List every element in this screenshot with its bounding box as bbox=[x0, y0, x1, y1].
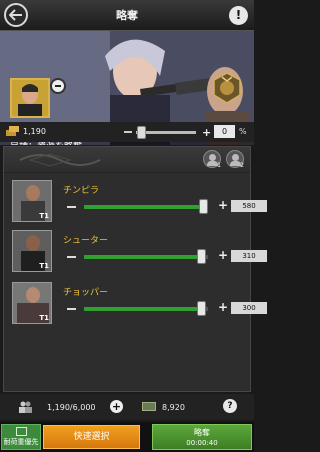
troop-minus-button[interactable] bbox=[67, 256, 76, 258]
plunder-label: 略奪 bbox=[194, 428, 210, 437]
squad-2-number: 2 bbox=[240, 162, 244, 169]
weight-priority-label: 耐荷重優先 bbox=[3, 438, 39, 446]
remove-commander-button[interactable] bbox=[50, 78, 66, 94]
totals-row: 1,190/6,000 + 8,920 ? bbox=[0, 394, 254, 420]
percent-unit: % bbox=[239, 127, 247, 136]
troop-plus-button[interactable]: + bbox=[218, 198, 228, 212]
weight-icon bbox=[16, 427, 27, 436]
resource-row: 1,190 + 0 % bbox=[0, 122, 254, 142]
top-bar: 略奪 ! bbox=[0, 0, 254, 31]
help-button[interactable]: ? bbox=[223, 399, 237, 413]
page-title: 略奪 bbox=[116, 9, 138, 22]
resource-minus-button[interactable] bbox=[124, 131, 132, 133]
troop-minus-button[interactable] bbox=[67, 206, 76, 208]
quick-select-button[interactable]: 快速選択 bbox=[43, 425, 140, 449]
squad-2-button[interactable]: 2 bbox=[226, 150, 244, 169]
weight-priority-button[interactable]: 耐荷重優先 bbox=[1, 424, 41, 450]
bottom-bar: 耐荷重優先 快速選択 略奪 00:00:40 bbox=[0, 422, 254, 452]
troop-portrait[interactable]: T1 bbox=[12, 180, 52, 222]
troop-row: T1 チンピラ + 580 bbox=[9, 180, 267, 224]
troop-slider[interactable] bbox=[84, 301, 208, 316]
troop-name: シューター bbox=[63, 236, 109, 246]
squad-1-button[interactable]: 1 bbox=[203, 150, 221, 169]
troop-slider-thumb[interactable] bbox=[196, 301, 206, 316]
troop-count-input[interactable]: 310 bbox=[231, 250, 267, 262]
commander-portrait[interactable] bbox=[10, 78, 50, 118]
troop-slider-thumb[interactable] bbox=[196, 249, 206, 264]
troop-tier: T1 bbox=[39, 212, 49, 220]
troop-slider[interactable] bbox=[84, 199, 209, 214]
troop-count-input[interactable]: 300 bbox=[231, 302, 267, 314]
resource-slider[interactable] bbox=[136, 126, 196, 139]
troops-icon bbox=[19, 401, 32, 413]
troop-row: T1 チョッパー + 300 bbox=[9, 282, 267, 326]
troop-minus-button[interactable] bbox=[67, 308, 76, 310]
ornament-icon bbox=[19, 153, 101, 167]
troop-slider-fill bbox=[84, 307, 202, 311]
info-button[interactable]: ! bbox=[229, 6, 248, 25]
troop-slider-fill bbox=[84, 205, 205, 209]
resource-slider-thumb[interactable] bbox=[136, 126, 146, 139]
resource-plus-button[interactable]: + bbox=[202, 126, 211, 139]
troop-plus-button[interactable]: + bbox=[218, 248, 228, 262]
cash-icon bbox=[142, 402, 156, 411]
troop-panel: 1 2 T1 チンピラ + 580 T1 シューター + 310 T1 チョッパ… bbox=[3, 146, 267, 392]
resource-amount: 1,190 bbox=[23, 127, 46, 136]
troop-name: チョッパー bbox=[63, 288, 109, 298]
resource-percent-input[interactable]: 0 bbox=[214, 125, 235, 138]
cash-amount: 8,920 bbox=[162, 403, 185, 412]
troop-name: チンピラ bbox=[63, 186, 100, 196]
march-time: 00:00:40 bbox=[186, 439, 218, 447]
troop-plus-button[interactable]: + bbox=[218, 300, 228, 314]
add-capacity-button[interactable]: + bbox=[110, 400, 123, 413]
troop-portrait[interactable]: T1 bbox=[12, 282, 52, 324]
resource-stack-icon bbox=[6, 126, 19, 136]
troop-tier: T1 bbox=[39, 314, 49, 322]
carry-load: 1,190/6,000 bbox=[47, 403, 96, 412]
plunder-button[interactable]: 略奪 00:00:40 bbox=[152, 424, 252, 450]
squad-1-number: 1 bbox=[217, 162, 221, 169]
troop-slider[interactable] bbox=[84, 249, 208, 264]
buff-emblem-icon[interactable] bbox=[210, 71, 244, 105]
troop-count-input[interactable]: 580 bbox=[231, 200, 267, 212]
troop-portrait[interactable]: T1 bbox=[12, 230, 52, 272]
troop-row: T1 シューター + 310 bbox=[9, 230, 267, 274]
troop-slider-fill bbox=[84, 255, 202, 259]
troop-panel-header: 1 2 bbox=[4, 147, 250, 173]
troop-tier: T1 bbox=[39, 262, 49, 270]
troop-slider-thumb[interactable] bbox=[199, 199, 209, 214]
